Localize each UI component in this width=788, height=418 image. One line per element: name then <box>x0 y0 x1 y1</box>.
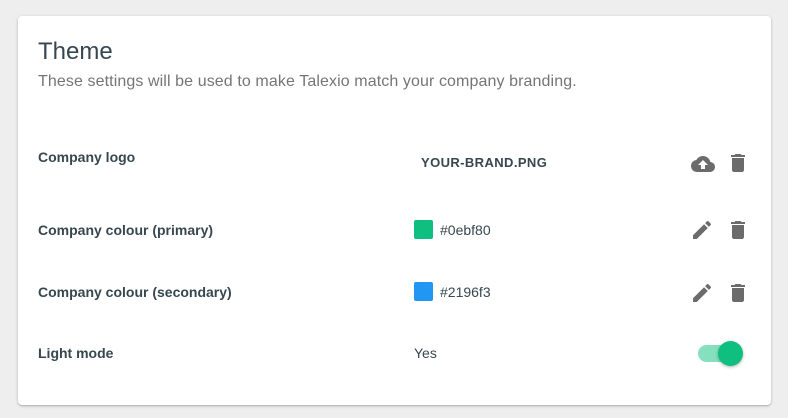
light-mode-row: Light mode Yes <box>18 334 771 374</box>
logo-file-name: YOUR-BRAND.PNG <box>421 155 548 170</box>
company-logo-label: Company logo <box>38 149 136 165</box>
company-logo-row: Company logo YOUR-BRAND.PNG <box>18 144 771 184</box>
light-mode-value: Yes <box>414 345 437 361</box>
company-colour-primary-row: Company colour (primary) #0ebf80 <box>18 210 771 250</box>
edit-secondary-icon[interactable] <box>690 281 714 305</box>
delete-secondary-icon[interactable] <box>726 281 750 305</box>
theme-settings-card: Theme These settings will be used to mak… <box>18 16 771 405</box>
edit-primary-icon[interactable] <box>690 218 714 242</box>
light-mode-toggle[interactable] <box>696 339 744 367</box>
secondary-colour-swatch <box>414 282 433 301</box>
delete-primary-icon[interactable] <box>726 218 750 242</box>
light-mode-label: Light mode <box>38 345 114 361</box>
company-colour-primary-label: Company colour (primary) <box>38 222 214 238</box>
company-colour-secondary-row: Company colour (secondary) #2196f3 <box>18 272 771 312</box>
card-subtitle: These settings will be used to make Tale… <box>38 73 577 90</box>
card-title: Theme <box>38 38 113 65</box>
toggle-thumb <box>718 341 743 366</box>
cloud-upload-icon[interactable] <box>688 152 718 176</box>
delete-logo-icon[interactable] <box>726 151 750 175</box>
secondary-colour-value: #2196f3 <box>440 284 491 300</box>
primary-colour-swatch <box>414 220 433 239</box>
company-colour-secondary-label: Company colour (secondary) <box>38 284 232 300</box>
primary-colour-value: #0ebf80 <box>440 222 491 238</box>
